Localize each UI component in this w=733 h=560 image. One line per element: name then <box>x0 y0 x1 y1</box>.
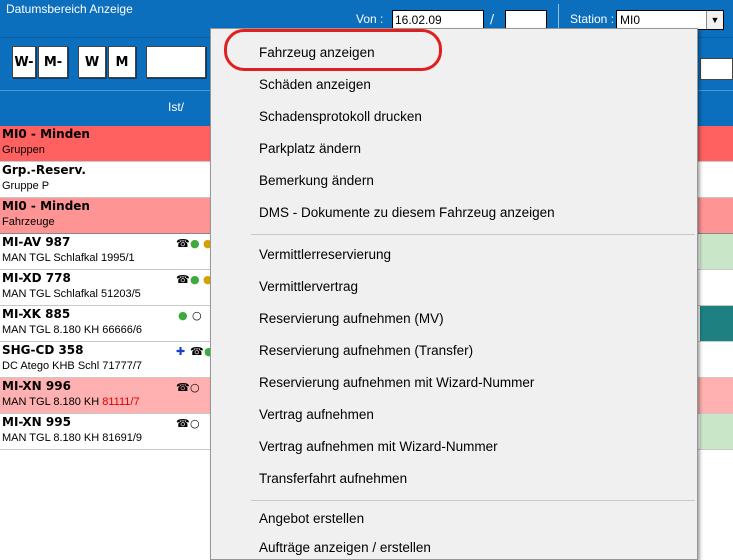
vehicle-model: MAN TGL 8.180 KH 81691/9 <box>2 432 143 444</box>
green-status-icon: ● <box>190 273 200 286</box>
row-subtitle: Fahrzeuge <box>2 216 55 228</box>
row-cell: MI0 - Minden Gruppen <box>0 126 212 161</box>
vehicle-model: MAN TGL Schlafkal 1995/1 <box>2 252 135 264</box>
week-back-button[interactable]: W- <box>12 46 36 78</box>
menu-item-transferfahrt[interactable]: Transferfahrt aufnehmen <box>211 463 697 495</box>
green-status-icon: ● <box>190 237 200 250</box>
row-cell: MI-XN 996 ☎ ○ MAN TGL 8.180 KH 81111/7 <box>0 378 212 413</box>
menu-item-vermittlervertrag[interactable]: Vermittlervertrag <box>211 271 697 303</box>
menu-item-vermittlerreservierung[interactable]: Vermittlerreservierung <box>211 239 697 271</box>
highlight-circle <box>224 29 442 71</box>
month-button[interactable]: M <box>108 46 136 78</box>
right-field[interactable] <box>700 58 733 80</box>
von-date-input[interactable]: 16.02.09 <box>392 10 484 30</box>
row-cell: SHG-CD 358 ✚ ☎ ● DC Atego KHB Schl 71777… <box>0 342 214 377</box>
timeline-cell <box>700 234 733 269</box>
menu-item-schadensprotokoll[interactable]: Schadensprotokoll drucken <box>211 101 697 133</box>
timeline-cell <box>700 306 733 341</box>
circle-status-icon: ○ <box>190 381 200 394</box>
menu-item-bemerkung[interactable]: Bemerkung ändern <box>211 165 697 197</box>
row-cell: MI0 - Minden Fahrzeuge <box>0 198 212 233</box>
month-back-button[interactable]: M- <box>38 46 68 78</box>
column-header-label: Ist/ <box>168 100 185 114</box>
phone-icon: ☎ <box>176 417 190 430</box>
station-select[interactable]: MI0 ▼ <box>616 10 724 30</box>
plate-number: MI-AV 987 <box>2 235 71 249</box>
menu-separator <box>251 234 695 235</box>
phone-icon: ☎ <box>190 345 204 358</box>
plate-number: MI-XN 995 <box>2 415 71 429</box>
plate-number: SHG-CD 358 <box>2 343 84 357</box>
row-cell <box>0 450 212 560</box>
plus-icon: ✚ <box>176 345 186 358</box>
menu-item-dms[interactable]: DMS - Dokumente zu diesem Fahrzeug anzei… <box>211 197 697 229</box>
menu-item-reservierung-wizard[interactable]: Reservierung aufnehmen mit Wizard-Nummer <box>211 367 697 399</box>
menu-item-auftraege[interactable]: Aufträge anzeigen / erstellen <box>211 535 697 560</box>
plate-number: MI-XK 885 <box>2 307 71 321</box>
menu-item-schaeden-anzeigen[interactable]: Schäden anzeigen <box>211 69 697 101</box>
vehicle-model: MAN TGL 8.180 KH 81111/7 <box>2 396 140 408</box>
menu-item-vertrag[interactable]: Vertrag aufnehmen <box>211 399 697 431</box>
row-cell: MI-AV 987 ☎ ● ● MAN TGL Schlafkal 1995/1 <box>0 234 213 269</box>
timeline-cell <box>700 414 733 449</box>
row-title: Grp.-Reserv. <box>2 163 86 177</box>
station-value: MI0 <box>620 13 641 27</box>
plate-number: MI-XN 996 <box>2 379 71 393</box>
row-cell: MI-XN 995 ☎ ○ MAN TGL 8.180 KH 81691/9 <box>0 414 212 449</box>
menu-separator <box>251 500 695 501</box>
slash-separator: / <box>490 12 495 26</box>
dropdown-arrow-icon[interactable]: ▼ <box>706 11 723 29</box>
row-title: MI0 - Minden <box>2 199 90 213</box>
menu-item-angebot[interactable]: Angebot erstellen <box>211 503 697 535</box>
vehicle-model: MAN TGL Schlafkal 51203/5 <box>2 288 141 300</box>
menu-item-reservierung-transfer[interactable]: Reservierung aufnehmen (Transfer) <box>211 335 697 367</box>
vehicle-model: DC Atego KHB Schl 71777/7 <box>2 360 143 372</box>
circle-status-icon: ○ <box>190 417 200 430</box>
phone-icon: ☎ <box>176 273 190 286</box>
von-label: Von : <box>356 12 384 26</box>
row-title: MI0 - Minden <box>2 127 90 141</box>
station-label: Station : <box>570 12 615 26</box>
phone-icon: ☎ <box>176 237 190 250</box>
row-cell: MI-XK 885 ● ○ MAN TGL 8.180 KH 66666/6 <box>0 306 212 341</box>
context-menu: Fahrzeug anzeigen Schäden anzeigen Schad… <box>210 28 698 560</box>
bis-date-input[interactable] <box>505 10 547 30</box>
date-range-title: Datumsbereich Anzeige <box>6 2 133 16</box>
extra-button[interactable] <box>146 46 206 78</box>
row-subtitle: Gruppen <box>2 144 45 156</box>
menu-item-reservierung-mv[interactable]: Reservierung aufnehmen (MV) <box>211 303 697 335</box>
phone-icon: ☎ <box>176 381 190 394</box>
row-subtitle: Gruppe P <box>2 180 50 192</box>
menu-item-vertrag-wizard[interactable]: Vertrag aufnehmen mit Wizard-Nummer <box>211 431 697 463</box>
green-status-icon: ● <box>178 309 188 322</box>
row-cell: MI-XD 778 ☎ ● ● MAN TGL Schlafkal 51203/… <box>0 270 213 305</box>
week-button[interactable]: W <box>78 46 106 78</box>
circle-status-icon: ○ <box>192 309 202 322</box>
menu-item-parkplatz[interactable]: Parkplatz ändern <box>211 133 697 165</box>
row-cell: Grp.-Reserv. Gruppe P <box>0 162 212 197</box>
vehicle-model: MAN TGL 8.180 KH 66666/6 <box>2 324 143 336</box>
plate-number: MI-XD 778 <box>2 271 71 285</box>
